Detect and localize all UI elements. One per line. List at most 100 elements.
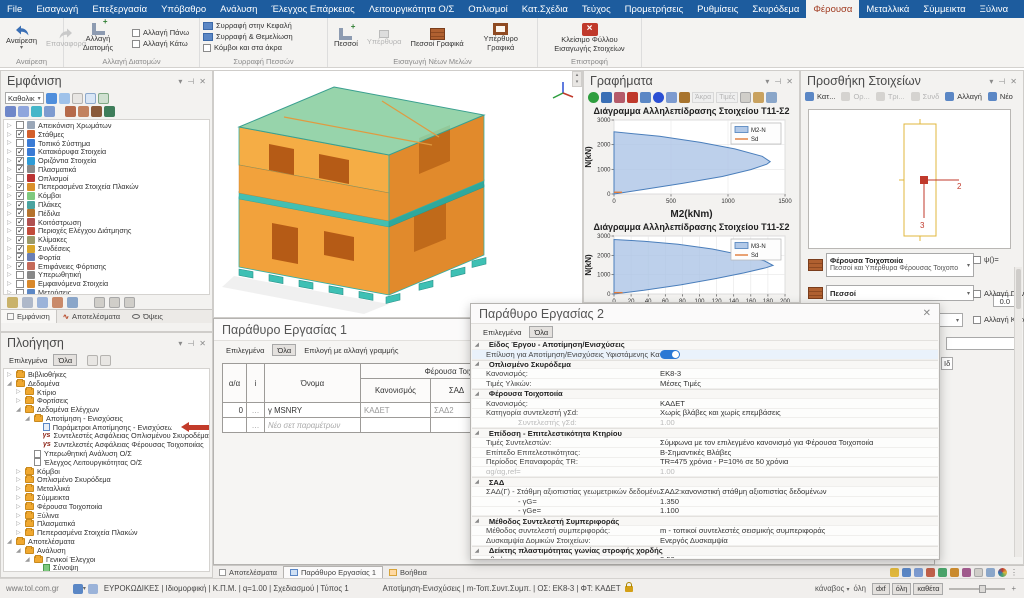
house-top-icon[interactable] <box>104 106 115 117</box>
menu-item-1[interactable]: Εισαγωγή <box>29 0 85 18</box>
zoom-extents-icon[interactable] <box>85 93 96 104</box>
flag-blue-icon[interactable] <box>640 92 651 103</box>
panel-pin-icon[interactable]: ⊣ <box>187 77 194 86</box>
menu-item-5[interactable]: Έλεγχος Επάρκειας <box>264 0 361 18</box>
all-toggle[interactable]: όλη <box>892 583 912 595</box>
stitch-head-button[interactable]: Συρραφή στην Κεφαλή <box>203 21 293 30</box>
save-chart-icon[interactable] <box>766 92 777 103</box>
property-section[interactable]: Φέρουσα Τοιχοποιία <box>472 389 938 399</box>
tab-display[interactable]: Εμφάνιση <box>1 310 57 323</box>
nav-tab-selected[interactable]: Επιλεγμένα <box>5 354 51 366</box>
visibility-checkbox[interactable] <box>16 148 24 156</box>
column-chart-icon[interactable] <box>679 92 690 103</box>
vertical-toggle[interactable]: καθέτα <box>913 583 943 595</box>
nav-tree-item[interactable]: ▷Πλασματικά <box>4 520 209 529</box>
nav-tree-item[interactable]: γsΣυντελεστές Ασφάλειας Οπλισμένου Σκυρο… <box>4 432 209 441</box>
nav-tree-item[interactable]: Παράμετροι Αποτίμησης - Ενισχύσεων <box>4 423 209 432</box>
nav-tree-item[interactable]: ▷Σύμμεικτα <box>4 493 209 502</box>
tool-5-icon[interactable] <box>67 297 78 308</box>
grid-dropdown[interactable]: κάναβος ▾ <box>815 584 849 593</box>
edit-chart-icon[interactable] <box>740 92 751 103</box>
tool-6-icon[interactable] <box>94 297 105 308</box>
display-tree-item[interactable]: ▷Εμφαινόμενα Στοιχεία <box>4 279 209 288</box>
nav-window-icon[interactable] <box>87 355 98 366</box>
page-icon[interactable] <box>974 568 983 577</box>
panel-pin-icon[interactable]: ⊣ <box>998 77 1005 86</box>
nav-tree-item[interactable]: ◢Δεδομένα Ελέγχων <box>4 405 209 414</box>
change-top-checkbox[interactable]: Αλλαγή Πάνω <box>132 28 189 37</box>
add-toolbar-button[interactable]: Ορ... <box>841 92 869 101</box>
nav-tree-item[interactable]: ▷Κτίριο <box>4 388 209 397</box>
panel-close-icon[interactable]: ✕ <box>199 77 206 86</box>
panel-pin-icon[interactable]: ⊣ <box>187 339 194 348</box>
visibility-checkbox[interactable] <box>16 209 24 217</box>
tool-2-icon[interactable] <box>22 297 33 308</box>
zoom-window-icon[interactable] <box>98 93 109 104</box>
nav-tree-item[interactable]: Έλεγχος Λειτουργικότητας Ο/Σ <box>4 458 209 467</box>
nav-tree-item[interactable]: ▷Μεταλλικά <box>4 484 209 493</box>
menu-item-13[interactable]: Φέρουσα <box>806 0 859 18</box>
nav-tree-item[interactable]: ▷Πεπερασμένα Στοιχεία Πλακών <box>4 528 209 537</box>
property-row[interactable]: Κατηγορία συντελεστή γΣd:Χωρίς βλάβες κα… <box>472 409 938 419</box>
undo-caret-icon[interactable]: ▾ <box>20 45 23 52</box>
display-tree-item[interactable]: ▷Περιοχές Ελέγχου Διάτμησης <box>4 227 209 236</box>
stitch-foundation-button[interactable]: Συρραφή & Θεμελίωση <box>203 32 293 41</box>
nav-tree-item[interactable]: Σύνοψη <box>4 564 209 572</box>
property-row[interactable]: ΣΑΔ(Γ) - Στάθμη αξιοπιστίας γεωμετρικών … <box>472 487 938 497</box>
display-tree-item[interactable]: ▷Πέδιλα <box>4 209 209 218</box>
visibility-checkbox[interactable] <box>16 121 24 129</box>
display-tree-item[interactable]: ▷Πλάκες <box>4 200 209 209</box>
display-tree-item[interactable]: ▷Κλίμακες <box>4 235 209 244</box>
layers-icon[interactable] <box>902 568 911 577</box>
tab-help[interactable]: Βοήθεια <box>383 566 433 578</box>
display-tree-item[interactable]: ▷Τοπικό Σύστημα <box>4 139 209 148</box>
property-row[interactable]: - γGe=1.100 <box>472 507 938 517</box>
change-section-button[interactable]: Αλλαγή Διατομής <box>67 22 129 53</box>
close-entry-sheet-button[interactable]: × Κλείσιμο Φύλλου Εισαγωγής Στοιχείων <box>544 22 636 54</box>
psi-checkbox[interactable]: ψ()= <box>973 255 999 264</box>
house-back-icon[interactable] <box>91 106 102 117</box>
property-row[interactable]: Μέθοδος συντελεστή συμπεριφοράς:m - τοπι… <box>472 526 938 536</box>
property-section[interactable]: Επίδοση - Επιτελεστικότητα Κτηρίου <box>472 428 938 438</box>
panel-close-icon[interactable]: ✕ <box>786 77 793 86</box>
view-wire-icon[interactable] <box>18 106 29 117</box>
panel-menu-icon[interactable]: ▾ <box>178 77 182 86</box>
visibility-checkbox[interactable] <box>16 227 24 235</box>
nav-tree-item[interactable]: ◢Δεδομένα <box>4 379 209 388</box>
property-row[interactable]: - γG=1.350 <box>472 497 938 507</box>
property-row[interactable]: μθ,pl2.50 <box>472 556 938 558</box>
panel-menu-icon[interactable]: ▾ <box>765 77 769 86</box>
display-tree-item[interactable]: ▷Οριζόντια Στοιχεία <box>4 156 209 165</box>
ww2-tab-all[interactable]: Όλα <box>529 326 553 338</box>
model-3d-view[interactable]: ▴▾ <box>213 70 583 318</box>
overflow-icon[interactable]: ⋮ <box>1010 568 1018 577</box>
surface-icon[interactable] <box>666 92 677 103</box>
property-section[interactable]: Οπλισμένο Σκυρόδεμα <box>472 360 938 370</box>
visibility-checkbox[interactable] <box>16 262 24 270</box>
nav-tree-item[interactable]: γsΣυντελεστές Ασφάλειας Φέρουσας Τοιχοπο… <box>4 440 209 449</box>
menu-item-16[interactable]: Ξύλινα <box>973 0 1015 18</box>
panel-close-icon[interactable]: ✕ <box>199 339 206 348</box>
save-icon[interactable] <box>986 568 995 577</box>
visibility-checkbox[interactable] <box>16 139 24 147</box>
display-tree-item[interactable]: ▷Στάθμες <box>4 130 209 139</box>
undo-button[interactable]: Αναίρεση▾ <box>3 23 40 54</box>
pin-icon[interactable] <box>890 568 899 577</box>
arrow-up-icon[interactable] <box>46 93 57 104</box>
visibility-checkbox[interactable] <box>16 253 24 261</box>
interaction-chart-m2n[interactable]: 0500100015000100020003000N(kN)M2-NSd <box>584 116 795 206</box>
tab-results-doc[interactable]: Αποτελέσματα <box>213 566 283 578</box>
menu-item-14[interactable]: Μεταλλικά <box>859 0 916 18</box>
property-row[interactable]: Κανονισμός:ΕΚ8-3 <box>472 369 938 379</box>
nav-tree-item[interactable]: ◢Αποτίμηση - Ενισχύσεις <box>4 414 209 423</box>
scope-combo[interactable]: Καθολικ▾ <box>5 92 44 104</box>
tool-3-icon[interactable] <box>37 297 48 308</box>
nav-tab-all[interactable]: Όλα <box>53 354 77 366</box>
tool-7-icon[interactable] <box>109 297 120 308</box>
tab-work-window-1[interactable]: Παράθυρο Εργασίας 1 <box>283 566 383 578</box>
ww1-tab-selected[interactable]: Επιλεγμένα <box>222 344 268 356</box>
display-tree-item[interactable]: ▷Επιφάνειες Φόρτισης <box>4 262 209 271</box>
visibility-checkbox[interactable] <box>16 165 24 173</box>
property-row[interactable]: Δυσκαμψία Δομικών Στοιχείων:Ενεργός Δυσκ… <box>472 536 938 546</box>
nav-tree-item[interactable]: ◢Ανάλυση <box>4 546 209 555</box>
